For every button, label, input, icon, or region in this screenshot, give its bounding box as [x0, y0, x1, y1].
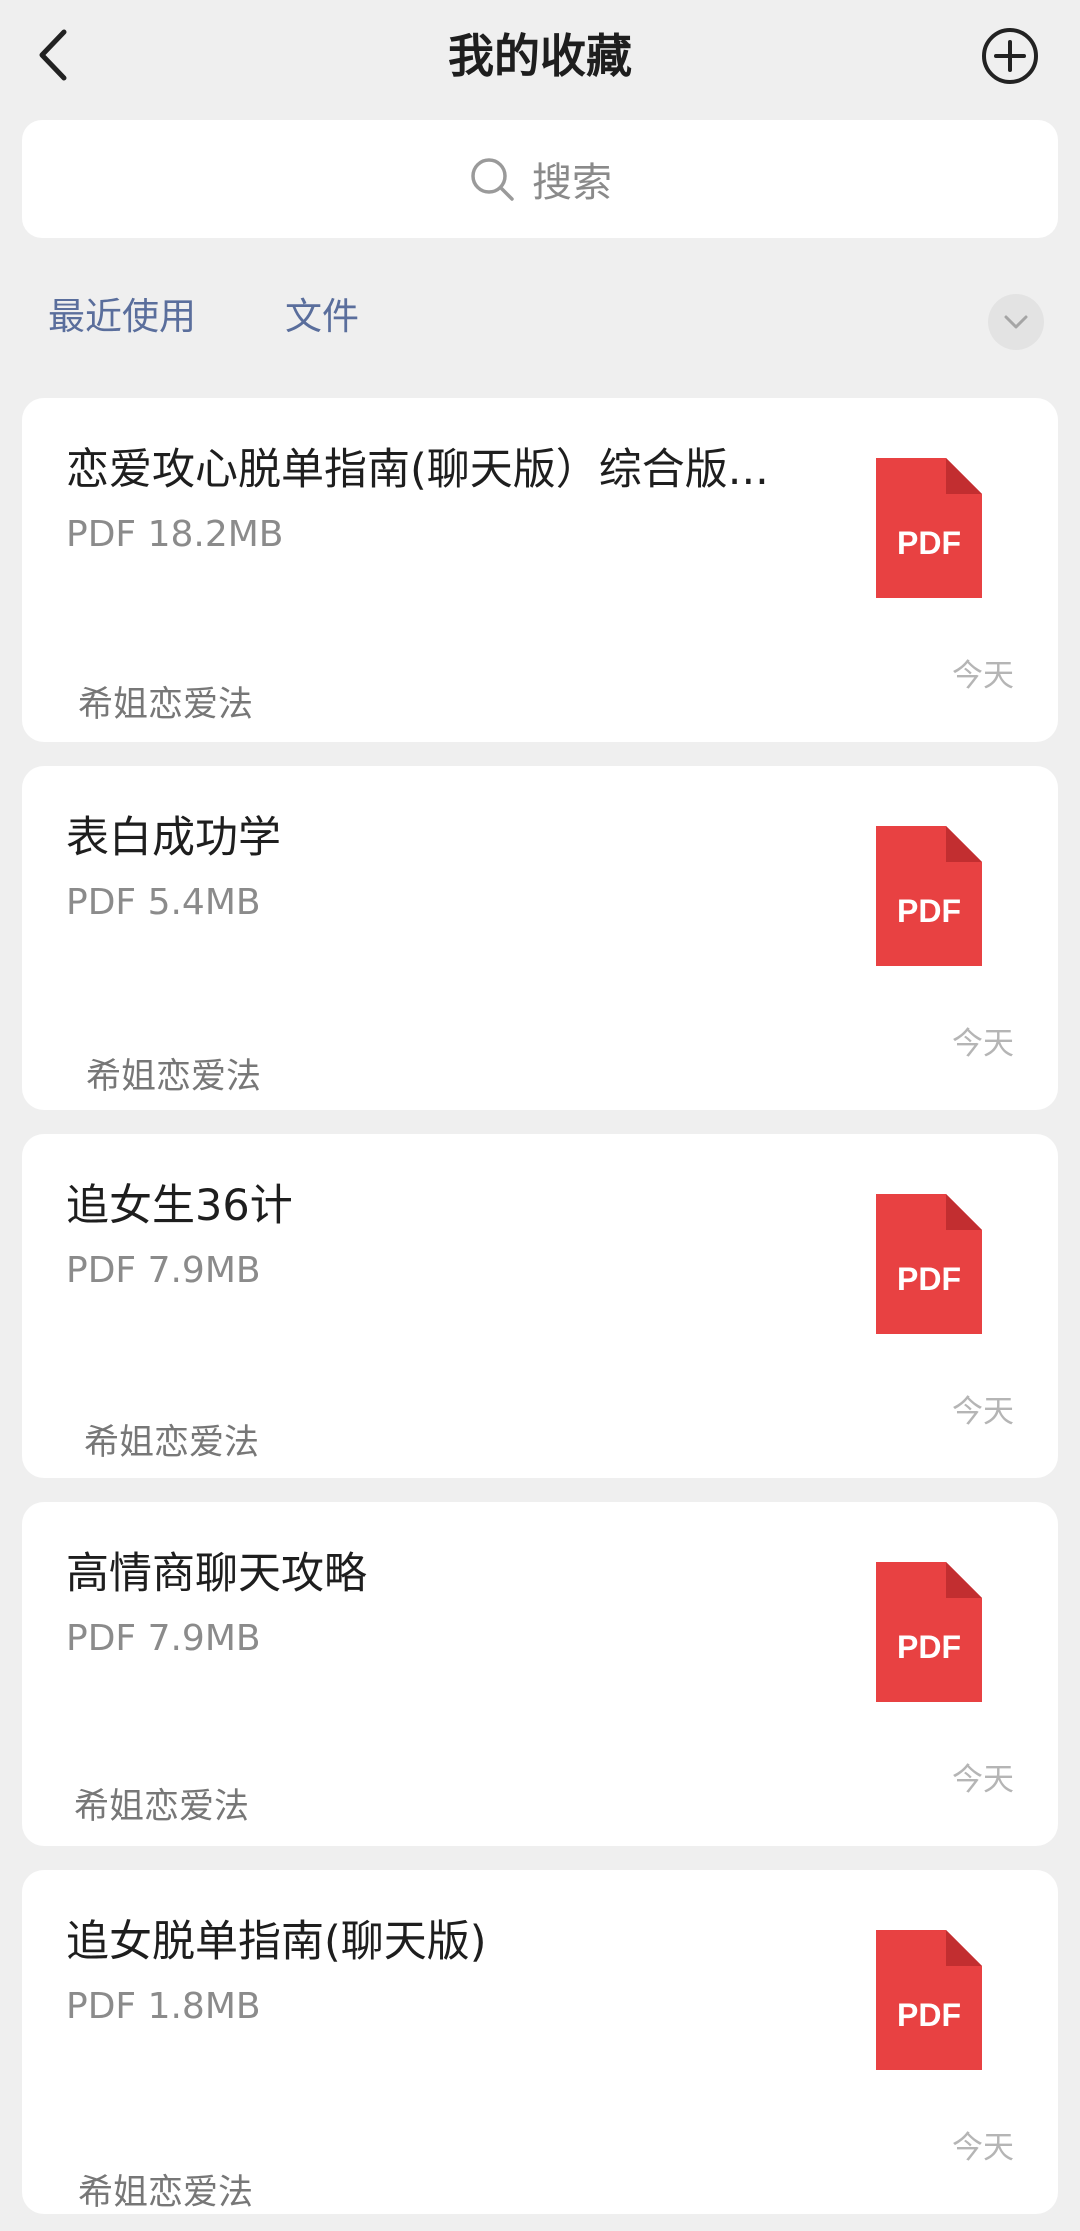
file-meta: PDF 5.4MB — [66, 882, 261, 923]
list-item[interactable]: 表白成功学 PDF 5.4MB PDF 今天 希姐恋爱法 — [22, 766, 1058, 1110]
file-date: 今天 — [952, 658, 1014, 694]
file-name: 追女脱单指南(聊天版) — [66, 1917, 487, 1967]
svg-text:PDF: PDF — [897, 893, 961, 929]
file-name: 表白成功学 — [66, 813, 281, 863]
chevron-down-icon — [1004, 315, 1028, 329]
svg-text:PDF: PDF — [897, 1997, 961, 2033]
file-date: 今天 — [952, 1762, 1014, 1798]
pdf-file-icon: PDF — [876, 1930, 982, 2070]
list-item[interactable]: 高情商聊天攻略 PDF 7.9MB PDF 今天 希姐恋爱法 — [22, 1502, 1058, 1846]
file-meta: PDF 1.8MB — [66, 1986, 261, 2027]
list-item[interactable]: 追女生36计 PDF 7.9MB PDF 今天 希姐恋爱法 — [22, 1134, 1058, 1478]
file-meta: PDF 7.9MB — [66, 1618, 261, 1659]
tab-files[interactable]: 文件 — [285, 292, 359, 342]
watermark-text: 希姐恋爱法 — [84, 1423, 260, 1463]
svg-text:PDF: PDF — [897, 1629, 961, 1665]
list-item[interactable]: 恋爱攻心脱单指南(聊天版）综合版... PDF 18.2MB PDF 今天 希姐… — [22, 398, 1058, 742]
file-date: 今天 — [952, 2130, 1014, 2166]
file-name: 追女生36计 — [66, 1181, 293, 1231]
file-name: 高情商聊天攻略 — [66, 1549, 367, 1599]
pdf-file-icon: PDF — [876, 458, 982, 598]
pdf-file-icon: PDF — [876, 826, 982, 966]
svg-text:PDF: PDF — [897, 1261, 961, 1297]
svg-text:PDF: PDF — [897, 525, 961, 561]
filter-tabs: 最近使用 文件 — [0, 272, 1080, 362]
watermark-text: 希姐恋爱法 — [74, 1787, 250, 1827]
file-name: 恋爱攻心脱单指南(聊天版）综合版... — [66, 445, 769, 495]
file-date: 今天 — [952, 1394, 1014, 1430]
top-bar: 我的收藏 — [0, 0, 1080, 115]
expand-filters-button[interactable] — [988, 294, 1044, 350]
plus-circle-icon — [982, 28, 1038, 84]
search-placeholder: 搜索 — [532, 160, 612, 206]
watermark-text: 希姐恋爱法 — [78, 685, 254, 725]
tab-recent[interactable]: 最近使用 — [48, 292, 196, 342]
page-title: 我的收藏 — [448, 29, 632, 83]
search-input[interactable]: 搜索 — [22, 120, 1058, 238]
file-meta: PDF 7.9MB — [66, 1250, 261, 1291]
list-item[interactable]: 追女脱单指南(聊天版) PDF 1.8MB PDF 今天 希姐恋爱法 — [22, 1870, 1058, 2214]
pdf-file-icon: PDF — [876, 1562, 982, 1702]
watermark-text: 希姐恋爱法 — [78, 2173, 254, 2213]
file-date: 今天 — [952, 1026, 1014, 1062]
pdf-file-icon: PDF — [876, 1194, 982, 1334]
add-button[interactable] — [978, 24, 1042, 88]
file-meta: PDF 18.2MB — [66, 514, 284, 555]
watermark-text: 希姐恋爱法 — [86, 1057, 262, 1097]
search-icon — [471, 158, 514, 201]
